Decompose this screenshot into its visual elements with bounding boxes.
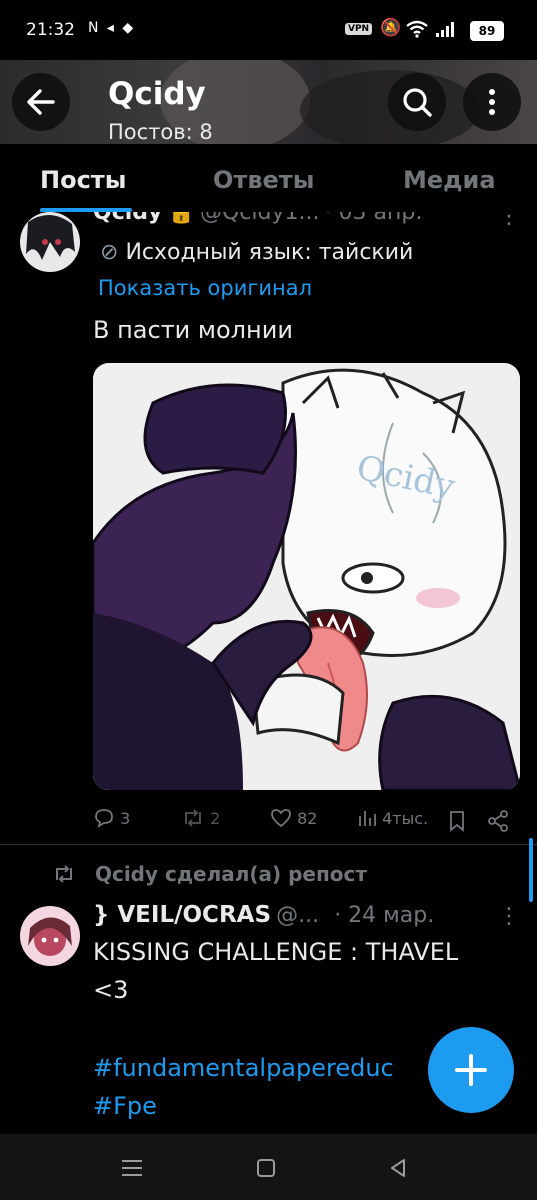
mute-icon: 🔕 <box>380 18 402 38</box>
post-actions: 3 2 82 4тыс. <box>93 804 520 834</box>
hashtag-link[interactable]: #fundamentalpapereduc <box>93 1054 394 1082</box>
search-icon <box>403 88 432 117</box>
back-button[interactable] <box>12 73 70 131</box>
status-time: 21:32 <box>26 20 75 40</box>
hashtag-link[interactable]: #Fpe <box>93 1092 157 1120</box>
post-item[interactable]: Qcidy 🔒 @Qcidy1... · 03 апр. ⋮ ⊘ Исходны… <box>0 212 537 842</box>
repost-icon <box>56 865 72 883</box>
translate-icon: ⊘ <box>100 240 119 265</box>
show-original-link[interactable]: Показать оригинал <box>98 276 312 300</box>
recent-apps-icon[interactable] <box>120 1158 144 1178</box>
author-name[interactable]: Qcidy <box>93 212 162 225</box>
reply-icon <box>95 809 113 828</box>
post-text-line: <3 <box>93 976 129 1004</box>
notification-icons: N ◂ ◆ <box>88 20 136 36</box>
post-more-icon[interactable]: ⋮ <box>498 904 520 929</box>
post-date: · 24 мар. <box>334 903 435 928</box>
post-more-icon[interactable]: ⋮ <box>498 212 520 229</box>
author-handle[interactable]: @Qcidy1... <box>200 212 320 225</box>
signal-icon <box>436 22 454 37</box>
post-date: · 03 апр. <box>324 212 423 225</box>
translation-note: Исходный язык: тайский <box>125 240 414 265</box>
status-bar: 21:32 N ◂ ◆ VPN 🔕 89 <box>0 0 537 60</box>
repost-label[interactable]: Qcidy сделал(а) репост <box>95 862 367 886</box>
more-vertical-icon <box>489 89 495 115</box>
like-button[interactable]: 82 <box>270 808 317 828</box>
author-handle[interactable]: @... <box>276 903 319 928</box>
compose-button[interactable] <box>428 1027 514 1113</box>
views-count: 4тыс. <box>382 809 429 828</box>
repost-button[interactable]: 2 <box>181 808 220 828</box>
post-text: В пасти молнии <box>93 316 293 344</box>
views-button[interactable]: 4тыс. <box>357 808 428 828</box>
post-image[interactable]: Qcidy <box>93 363 520 790</box>
page-title: Qcidy <box>108 76 206 112</box>
tab-posts[interactable]: Посты <box>40 166 126 194</box>
reply-count: 3 <box>120 809 131 828</box>
avatar[interactable] <box>20 212 80 272</box>
more-button[interactable] <box>463 73 521 131</box>
post-count: Постов: 8 <box>108 120 213 144</box>
author-name[interactable]: } VEIL/OCRAS <box>93 902 271 928</box>
back-arrow-icon <box>27 89 55 115</box>
back-nav-icon[interactable] <box>388 1158 408 1178</box>
bookmark-icon[interactable] <box>448 810 466 832</box>
like-count: 82 <box>297 809 318 828</box>
share-icon[interactable] <box>487 810 509 832</box>
battery-indicator: 89 <box>470 21 504 41</box>
plus-icon <box>455 1054 487 1086</box>
system-navigation-bar <box>0 1134 537 1200</box>
search-button[interactable] <box>388 73 446 131</box>
reply-button[interactable]: 3 <box>93 808 130 828</box>
avatar[interactable] <box>20 906 80 966</box>
vpn-icon: VPN <box>345 23 373 35</box>
tab-replies[interactable]: Ответы <box>213 166 314 194</box>
home-icon[interactable] <box>256 1158 276 1178</box>
profile-header: Qcidy Постов: 8 <box>0 60 537 144</box>
views-icon <box>359 811 376 826</box>
post-divider <box>0 844 537 845</box>
profile-tabs: Посты Ответы Медиа <box>0 144 537 212</box>
repost-icon <box>185 809 201 827</box>
wifi-icon <box>406 20 428 38</box>
post-text-line: KISSING CHALLENGE : THAVEL <box>93 938 459 966</box>
repost-count: 2 <box>210 809 221 828</box>
tab-media[interactable]: Медиа <box>403 166 496 194</box>
artwork-illustration: Qcidy <box>93 363 520 790</box>
heart-icon <box>271 809 291 828</box>
lock-icon: 🔒 <box>167 212 195 225</box>
